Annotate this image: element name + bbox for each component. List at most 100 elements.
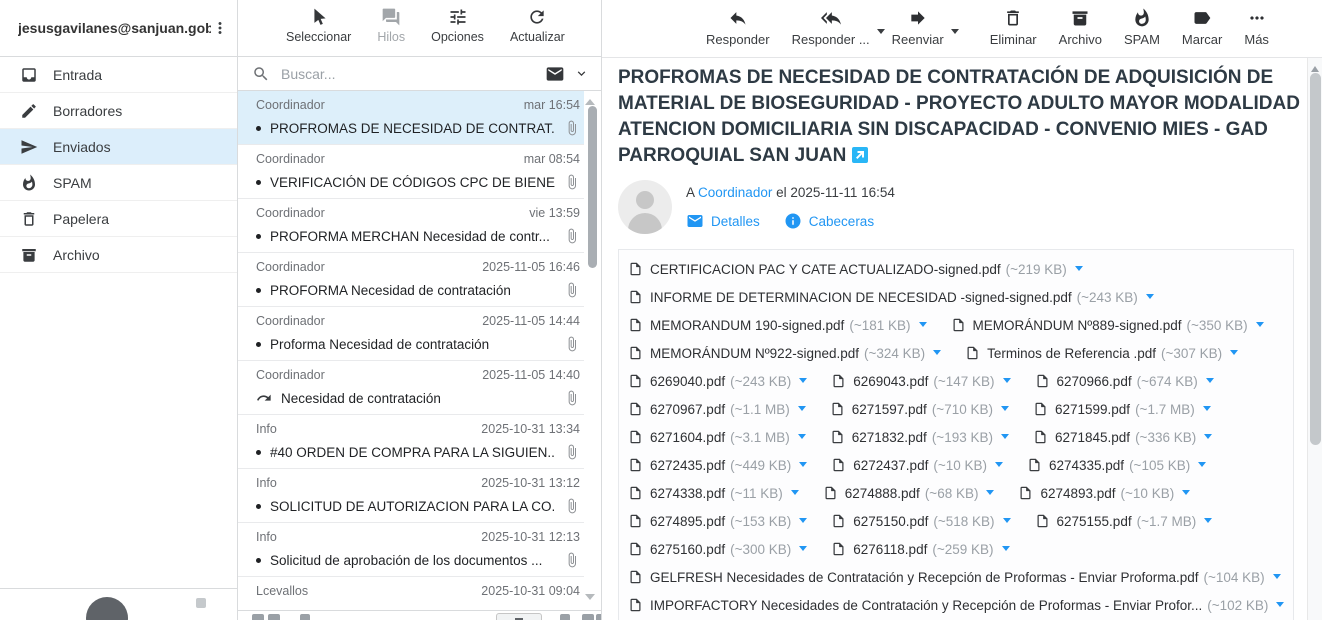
attachment-file[interactable]: 6271604.pdf (~3.1 MB) (628, 428, 806, 446)
message-list-item[interactable]: Coordinador mar 16:54 PROFROMAS DE NECES… (238, 91, 584, 145)
mail-toolbar-button[interactable]: Archivo (1059, 8, 1102, 47)
sidebar-folder-item[interactable]: Enviados (0, 129, 237, 165)
list-scrollbar-down-icon[interactable] (585, 594, 595, 605)
sidebar-folder-item[interactable]: Archivo (0, 237, 237, 273)
attachment-menu-caret[interactable] (798, 406, 806, 415)
sidebar-folder-item[interactable]: Papelera (0, 201, 237, 237)
message-list-item[interactable]: Coordinador vie 13:59 PROFORMA MERCHAN N… (238, 199, 584, 253)
message-list-item[interactable]: Coordinador 2025-11-05 14:44 Proforma Ne… (238, 307, 584, 361)
list-toolbar-button[interactable]: Hilos (377, 7, 405, 44)
account-bar[interactable]: jesusgavilanes@sanjuan.gob.... (0, 0, 237, 57)
message-list-item[interactable]: Coordinador mar 08:54 VERIFICACIÓN DE CÓ… (238, 145, 584, 199)
mail-toolbar-button[interactable]: Más (1244, 8, 1269, 47)
mail-toolbar-button[interactable]: Marcar (1182, 8, 1222, 47)
attachment-file[interactable]: 6272437.pdf (~10 KB) (831, 456, 1003, 474)
attachment-file[interactable]: GELFRESH Necesidades de Contratación y R… (628, 568, 1281, 586)
attachment-menu-caret[interactable] (1204, 518, 1212, 527)
list-toolbar-button[interactable]: Actualizar (510, 7, 565, 44)
attachment-file[interactable]: 6271845.pdf (~336 KB) (1033, 428, 1212, 446)
attachment-menu-caret[interactable] (933, 350, 941, 359)
attachment-menu-caret[interactable] (1003, 518, 1011, 527)
search-input[interactable] (279, 65, 536, 83)
attachment-file[interactable]: 6275155.pdf (~1.7 MB) (1035, 512, 1213, 530)
pagination-page-button[interactable] (496, 613, 542, 620)
pagination-icon[interactable] (596, 614, 601, 620)
message-list-item[interactable]: Info 2025-10-31 12:13 Solicitud de aprob… (238, 523, 584, 577)
attachment-file[interactable]: MEMORANDUM 190-signed.pdf (~181 KB) (628, 316, 927, 334)
list-toolbar-button[interactable]: Opciones (431, 7, 484, 44)
attachment-file[interactable]: 6269040.pdf (~243 KB) (628, 372, 807, 390)
sidebar-folder-item[interactable]: Entrada (0, 57, 237, 93)
attachment-menu-caret[interactable] (1230, 350, 1238, 359)
attachment-menu-caret[interactable] (1198, 462, 1206, 471)
attachment-menu-caret[interactable] (1075, 266, 1083, 275)
pagination-icon[interactable] (252, 614, 264, 620)
message-list-item[interactable]: Coordinador 2025-11-05 16:46 PROFORMA Ne… (238, 253, 584, 307)
attachment-file[interactable]: 6272435.pdf (~449 KB) (628, 456, 807, 474)
attachment-menu-caret[interactable] (1003, 378, 1011, 387)
attachment-menu-caret[interactable] (1146, 294, 1154, 303)
mail-toolbar-button[interactable]: Responder ... (792, 8, 870, 47)
scrollbar-up-icon[interactable] (1311, 62, 1319, 72)
mail-toolbar-button[interactable]: Responder (706, 8, 770, 47)
attachment-file[interactable]: 6276118.pdf (~259 KB) (831, 540, 1009, 558)
list-toolbar-button[interactable]: Seleccionar (286, 7, 351, 44)
mail-scrollbar[interactable] (1307, 58, 1322, 620)
attachment-menu-caret[interactable] (799, 518, 807, 527)
attachment-file[interactable]: 6274335.pdf (~105 KB) (1027, 456, 1206, 474)
attachment-menu-caret[interactable] (1182, 490, 1190, 499)
attachment-file[interactable]: 6274895.pdf (~153 KB) (628, 512, 807, 530)
attachment-file[interactable]: 6270966.pdf (~674 KB) (1035, 372, 1214, 390)
message-list-item[interactable]: Info 2025-10-31 13:12 SOLICITUD DE AUTOR… (238, 469, 584, 523)
attachment-menu-caret[interactable] (995, 462, 1003, 471)
attachment-menu-caret[interactable] (1206, 378, 1214, 387)
footer-mini-icon[interactable] (196, 598, 206, 608)
details-button[interactable]: Detalles (686, 212, 760, 230)
list-scrollbar-thumb[interactable] (588, 106, 597, 268)
list-scrollbar-up-icon[interactable] (585, 94, 595, 105)
attachment-file[interactable]: 6274893.pdf (~10 KB) (1018, 484, 1190, 502)
attachment-file[interactable]: MEMORÁNDUM Nº922-signed.pdf (~324 KB) (628, 344, 941, 362)
dropdown-caret-icon[interactable] (877, 29, 885, 38)
pagination-icon[interactable] (300, 614, 310, 620)
sidebar-folder-item[interactable]: Borradores (0, 93, 237, 129)
attachment-file[interactable]: 6271597.pdf (~710 KB) (830, 400, 1009, 418)
attachment-menu-caret[interactable] (791, 490, 799, 499)
mail-filter-icon[interactable] (545, 64, 565, 84)
attachment-file[interactable]: 6275150.pdf (~518 KB) (831, 512, 1010, 530)
attachment-menu-caret[interactable] (986, 490, 994, 499)
pagination-icon[interactable] (268, 614, 280, 620)
attachment-file[interactable]: MEMORÁNDUM Nº889-signed.pdf (~350 KB) (951, 316, 1264, 334)
account-menu-button[interactable] (211, 19, 229, 37)
pagination-icon[interactable] (560, 614, 570, 620)
attachment-file[interactable]: 6274338.pdf (~11 KB) (628, 484, 799, 502)
message-list-item[interactable]: Coordinador 2025-11-05 14:40 Necesidad d… (238, 361, 584, 415)
mail-toolbar-button[interactable]: Eliminar (990, 8, 1037, 47)
attachment-menu-caret[interactable] (1001, 406, 1009, 415)
attachment-menu-caret[interactable] (798, 434, 806, 443)
pagination-icon[interactable] (582, 614, 594, 620)
mail-toolbar-button[interactable]: Reenviar (892, 8, 944, 47)
attachment-file[interactable]: 6271832.pdf (~193 KB) (830, 428, 1009, 446)
mail-toolbar-button[interactable]: SPAM (1124, 8, 1160, 47)
message-list-item[interactable]: Info 2025-10-31 13:34 #40 ORDEN DE COMPR… (238, 415, 584, 469)
attachment-menu-caret[interactable] (1256, 322, 1264, 331)
attachment-file[interactable]: 6271599.pdf (~1.7 MB) (1033, 400, 1211, 418)
attachment-file[interactable]: 6275160.pdf (~300 KB) (628, 540, 807, 558)
headers-button[interactable]: Cabeceras (784, 212, 874, 230)
attachment-menu-caret[interactable] (919, 322, 927, 331)
attachment-file[interactable]: IMPORFACTORY Necesidades de Contratación… (628, 596, 1284, 614)
attachment-file[interactable]: 6269043.pdf (~147 KB) (831, 372, 1010, 390)
attachment-menu-caret[interactable] (799, 546, 807, 555)
scrollbar-thumb[interactable] (1310, 73, 1321, 445)
user-avatar[interactable] (86, 597, 128, 620)
attachment-file[interactable]: INFORME DE DETERMINACION DE NECESIDAD -s… (628, 288, 1154, 306)
attachment-menu-caret[interactable] (1203, 406, 1211, 415)
open-in-new-icon[interactable] (852, 147, 868, 163)
message-list-item[interactable]: Lcevallos 2025-10-31 09:04 (238, 577, 584, 610)
attachment-file[interactable]: Terminos de Referencia .pdf (~307 KB) (965, 344, 1238, 362)
dropdown-caret-icon[interactable] (951, 29, 959, 38)
attachment-menu-caret[interactable] (1273, 574, 1281, 583)
attachment-file[interactable]: CERTIFICACION PAC Y CATE ACTUALIZADO-sig… (628, 260, 1083, 278)
attachment-menu-caret[interactable] (799, 378, 807, 387)
